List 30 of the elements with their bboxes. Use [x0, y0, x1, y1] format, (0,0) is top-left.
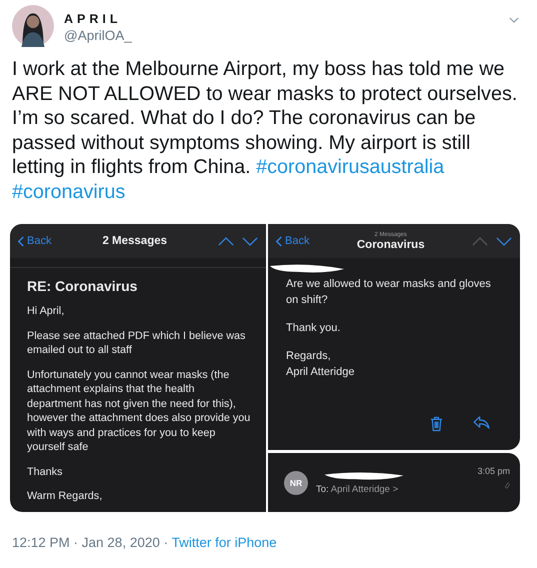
avatar[interactable]: [12, 5, 54, 47]
paperclip-icon: [504, 480, 510, 489]
message-count-title: 2 Messages: [102, 235, 168, 247]
email-paragraph: Regards, April Atteridge: [286, 349, 356, 380]
back-link[interactable]: Back: [276, 235, 310, 247]
email-paragraph: Are we allowed to wear masks and gloves on shift?: [286, 277, 492, 308]
hashtag-link[interactable]: #coronavirusaustralia: [256, 156, 444, 178]
email-paragraph: Thank you.: [286, 321, 342, 336]
email-paragraph: Unfortunately you cannot wear masks (the attachment explains that the health department has not given the need for this), however the attachment does also provide you with ways and practices for you to keep yourself safe: [27, 368, 252, 454]
tweet-timestamp[interactable]: 12:12 PM · Jan 28, 2020 ·: [12, 535, 172, 550]
back-chevron-icon: [276, 236, 282, 246]
recipient-line: To: April Atteridge >: [316, 484, 400, 495]
author-name[interactable]: APRIL: [64, 11, 132, 27]
email-paragraph: Thanks: [27, 464, 64, 479]
back-chevron-icon: [18, 236, 24, 246]
trash-icon[interactable]: [430, 416, 443, 432]
email-paragraph: Warm Regards,: [27, 489, 104, 504]
sender-avatar: NR: [284, 470, 308, 494]
thread-title: Coronavirus: [356, 238, 425, 250]
email-subject: RE: Coronavirus: [27, 278, 138, 294]
author-handle: @AprilOA_: [64, 27, 132, 45]
source-link[interactable]: Twitter for iPhone: [172, 535, 277, 550]
tweet-text: I work at the Melbourne Airport, my boss has told me we ARE NOT ALLOWED to wear masks to protect ourselves. I’m so scared. What do I do? The coronavirus can be passed without symptoms showing. My airport is still letting in flights from China. #coronavirusaustralia #coronavirus: [12, 57, 518, 204]
email-paragraph: Hi April,: [27, 304, 66, 318]
reply-icon[interactable]: [473, 416, 490, 429]
sent-time: 3:05 pm: [477, 466, 510, 476]
back-link[interactable]: Back: [18, 235, 52, 247]
caret-icon[interactable]: [509, 17, 519, 24]
hashtag-link[interactable]: #coronavirus: [12, 180, 126, 202]
email-paragraph: Please see attached PDF which I believe was emailed out to all staff: [27, 328, 246, 358]
